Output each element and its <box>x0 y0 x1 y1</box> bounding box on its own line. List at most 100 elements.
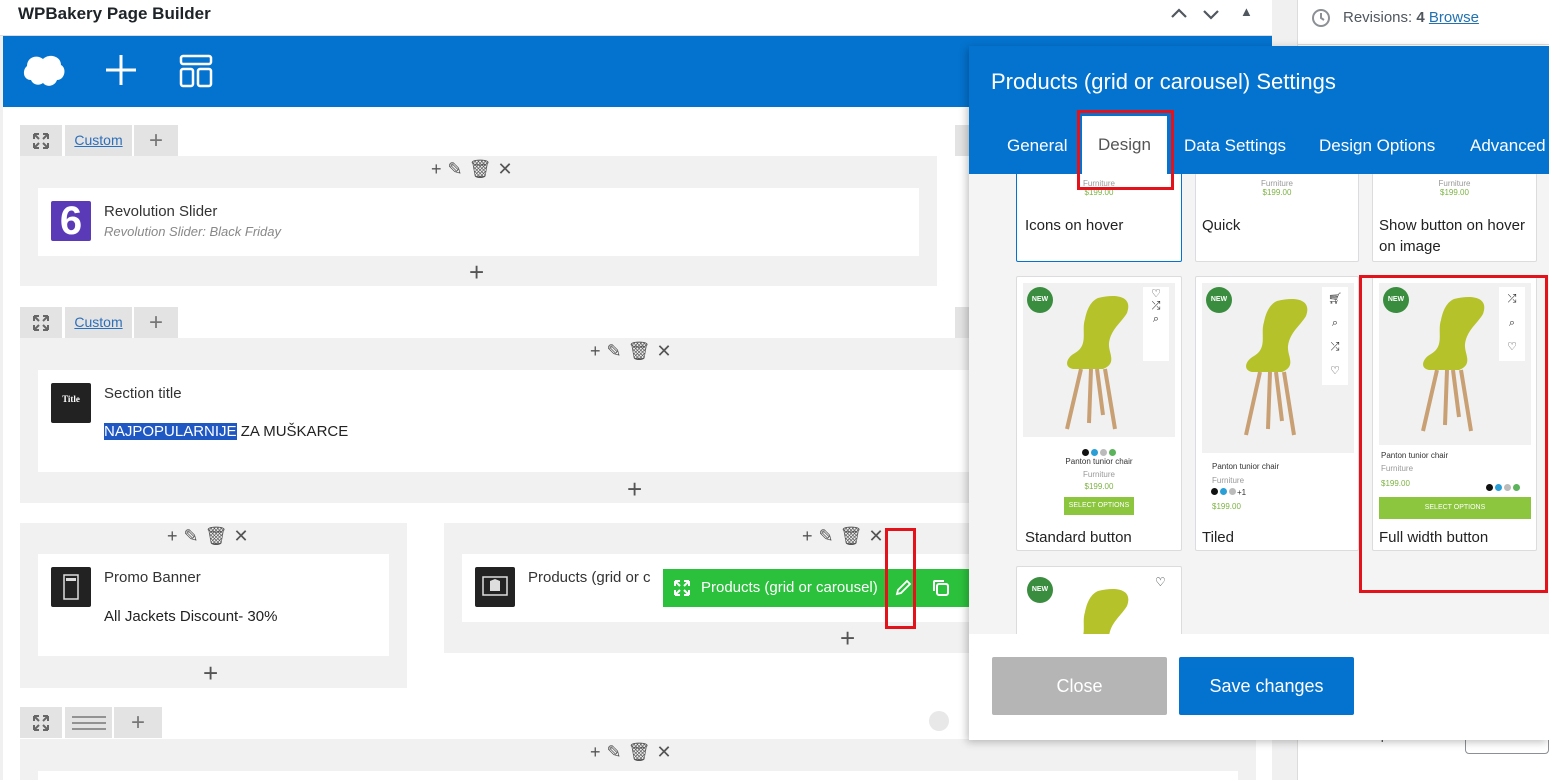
column-controls: + ✎ 🗑 ✕ <box>430 159 518 180</box>
add-button[interactable]: + <box>590 742 605 763</box>
revisions-info: Revisions: 4 Browse <box>1343 9 1479 26</box>
card-category: Furniture <box>1438 179 1471 188</box>
revisions-label: Revisions: <box>1343 9 1413 26</box>
design-card-partial[interactable]: NEW ♡ <box>1016 566 1182 634</box>
design-card-show-button[interactable]: Furniture $199.00 Show button on hover o… <box>1372 174 1537 262</box>
column-controls: + ✎ 🗑 ✕ <box>589 742 677 763</box>
close-button[interactable]: Close <box>992 657 1167 715</box>
row-add-column-button[interactable]: + <box>134 125 178 156</box>
edit-icon[interactable]: ✎ <box>184 526 203 547</box>
selected-text: NAJPOPULARNIJE <box>104 423 237 440</box>
wpbakery-logo-icon[interactable] <box>21 50 67 92</box>
select-options-button: SELECT OPTIONS <box>1064 497 1134 515</box>
expand-arrows-icon <box>33 315 49 331</box>
revolution-slider-element[interactable] <box>38 188 919 256</box>
product-name: Panton tunior chair <box>1212 462 1280 471</box>
row-move-handle[interactable] <box>20 307 62 338</box>
layout-lines-icon <box>71 716 106 730</box>
new-badge: NEW <box>1027 287 1053 313</box>
card-label: Show button on hover on image <box>1379 217 1525 255</box>
products-title: Products (grid or c <box>528 569 651 586</box>
section-title-icon: Title <box>51 383 91 423</box>
highlight-edit-box <box>885 528 916 629</box>
delete-icon[interactable]: ✕ <box>656 341 675 362</box>
trash-icon[interactable]: 🗑 <box>469 159 496 180</box>
card-icons: ♡ ⤮ ⌕ <box>1143 287 1169 361</box>
row-layout-custom[interactable]: Custom <box>65 307 132 338</box>
section-title-title: Section title <box>104 385 182 402</box>
move-icon[interactable] <box>673 579 691 597</box>
search-icon: ⌕ <box>1331 317 1339 329</box>
row-add-column-button[interactable]: + <box>114 707 162 738</box>
text-rest: ZA MUŠKARCE <box>236 423 349 440</box>
sidebar-divider <box>1297 44 1549 45</box>
column-controls: + ✎ 🗑 ✕ <box>801 526 889 547</box>
add-element-button[interactable]: + <box>840 625 855 651</box>
new-badge: NEW <box>1027 577 1053 603</box>
promo-banner-icon <box>51 567 91 607</box>
card-label: Tiled <box>1202 529 1234 546</box>
edit-icon[interactable]: ✎ <box>819 526 838 547</box>
design-card-quick[interactable]: Furniture $199.00 Quick <box>1195 174 1359 262</box>
edit-icon[interactable]: ✎ <box>448 159 467 180</box>
templates-icon[interactable] <box>179 54 213 88</box>
modal-title: Products (grid or carousel) Settings <box>991 69 1336 94</box>
tab-design-options[interactable]: Design Options <box>1319 136 1435 156</box>
design-card-standard-button[interactable]: NEW ♡ ⤮ ⌕ Panton tunior chair Furniture $1… <box>1016 276 1182 551</box>
cart-icon: 🛒︎ <box>1328 293 1342 305</box>
edit-icon[interactable]: ✎ <box>607 341 626 362</box>
row-side-handle[interactable] <box>955 125 969 156</box>
row-side-handle[interactable] <box>955 307 969 338</box>
shuffle-icon: ⤮ <box>1151 300 1161 312</box>
trash-icon[interactable]: 🗑 <box>628 742 655 763</box>
browse-revisions-link[interactable]: Browse <box>1429 9 1479 26</box>
delete-icon[interactable]: ✕ <box>656 742 675 763</box>
element-hover-bar[interactable]: Products (grid or carousel) <box>663 569 969 607</box>
move-down-button[interactable] <box>1200 3 1222 30</box>
add-element-icon[interactable] <box>103 52 139 88</box>
clone-icon[interactable] <box>931 578 951 598</box>
trash-icon[interactable]: 🗑 <box>840 526 867 547</box>
design-card-tiled[interactable]: NEW 🛒︎ ⌕ ⤮ ♡ Panton tunior chair Furniture … <box>1195 276 1359 551</box>
trash-icon[interactable]: 🗑 <box>205 526 232 547</box>
add-button[interactable]: + <box>802 526 817 547</box>
edit-icon[interactable]: ✎ <box>607 742 626 763</box>
move-up-button[interactable] <box>1168 3 1190 30</box>
delete-icon[interactable]: ✕ <box>497 159 516 180</box>
products-icon <box>475 567 515 607</box>
card-category: Furniture <box>1212 476 1245 485</box>
card-label: Quick <box>1202 217 1241 234</box>
row-circle-handle[interactable] <box>929 711 949 731</box>
promo-banner-text: All Jackets Discount- 30% <box>104 608 278 625</box>
add-element-button[interactable]: + <box>203 660 218 686</box>
tab-data-settings[interactable]: Data Settings <box>1184 136 1286 156</box>
card-category: Furniture <box>1082 470 1115 479</box>
row-layout-custom[interactable]: Custom <box>65 125 132 156</box>
row-add-column-button[interactable]: + <box>134 307 178 338</box>
toggle-panel-button[interactable]: ▲ <box>1240 4 1253 19</box>
new-badge: NEW <box>1206 287 1232 313</box>
add-button[interactable]: + <box>590 341 605 362</box>
highlight-full-width-card <box>1359 275 1548 593</box>
heart-icon: ♡ <box>1330 365 1340 377</box>
save-changes-button[interactable]: Save changes <box>1179 657 1354 715</box>
add-element-button[interactable]: + <box>469 259 484 285</box>
row-move-handle[interactable] <box>20 707 62 738</box>
element-partial[interactable] <box>38 771 1238 780</box>
tab-general[interactable]: General <box>1007 136 1067 156</box>
revolution-slider-title: Revolution Slider <box>104 203 218 220</box>
row-move-handle[interactable] <box>20 125 62 156</box>
card-price: $199.00 <box>1084 482 1114 491</box>
card-label: Standard button <box>1025 529 1132 546</box>
metabox-title: WPBakery Page Builder <box>18 4 211 23</box>
tab-advanced[interactable]: Advanced <box>1470 136 1546 156</box>
promo-banner-title: Promo Banner <box>104 569 201 586</box>
delete-icon[interactable]: ✕ <box>233 526 252 547</box>
add-element-button[interactable]: + <box>627 476 642 502</box>
hover-bar-label: Products (grid or carousel) <box>701 579 878 596</box>
add-button[interactable]: + <box>167 526 182 547</box>
row-layout-button[interactable] <box>65 707 112 738</box>
card-category: Furniture <box>1260 179 1293 188</box>
add-button[interactable]: + <box>431 159 446 180</box>
trash-icon[interactable]: 🗑 <box>628 341 655 362</box>
